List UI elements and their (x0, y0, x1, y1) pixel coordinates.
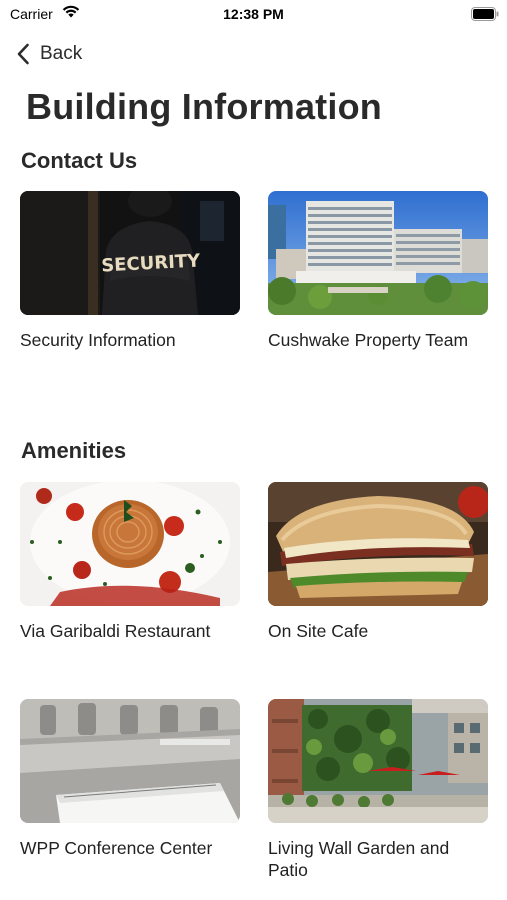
card-security-information[interactable]: SECURITY Security Information (20, 191, 240, 351)
back-button[interactable]: Back (16, 40, 82, 68)
card-label: WPP Conference Center (20, 838, 213, 858)
section-title-contact: Contact Us (21, 148, 138, 173)
status-bar: Carrier 12:38 PM (0, 0, 507, 30)
living-wall-photo (268, 699, 488, 823)
card-wpp-conference-center[interactable]: WPP Conference Center (20, 699, 240, 859)
card-on-site-cafe[interactable]: On Site Cafe (268, 482, 488, 642)
section-title-amenities: Amenities (21, 438, 127, 463)
chevron-left-icon (17, 43, 29, 65)
card-label: Security Information (20, 330, 176, 350)
page-title: Building Information (26, 86, 382, 127)
card-label: Cushwake Property Team (268, 330, 469, 350)
card-living-wall-garden-patio[interactable]: Living Wall Garden and Patio (268, 699, 488, 881)
card-label: Living Wall Garden and Patio (268, 838, 450, 880)
conference-room-photo (20, 699, 240, 823)
back-label: Back (40, 43, 83, 64)
card-label: On Site Cafe (268, 621, 369, 641)
sandwich-photo (268, 482, 488, 606)
battery-icon (471, 7, 499, 21)
building-photo (268, 191, 488, 315)
card-property-team[interactable]: Cushwake Property Team (268, 191, 488, 351)
pasta-photo (20, 482, 240, 606)
security-photo: SECURITY (20, 191, 240, 315)
clock: 12:38 PM (223, 6, 284, 22)
card-label: Via Garibaldi Restaurant (20, 621, 211, 641)
card-via-garibaldi-restaurant[interactable]: Via Garibaldi Restaurant (20, 482, 240, 642)
